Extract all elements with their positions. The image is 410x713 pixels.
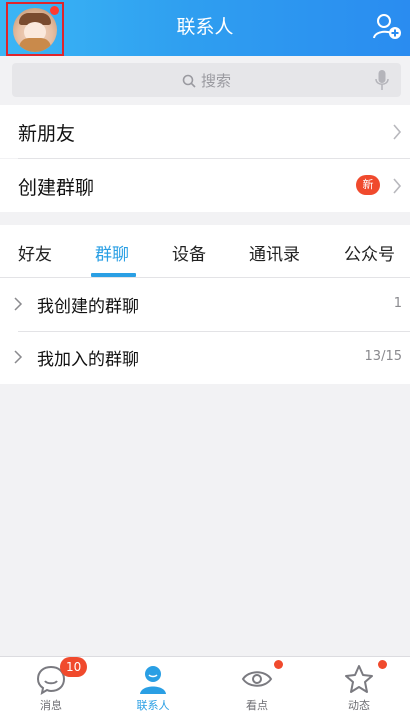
group-count: 13/15 <box>364 349 402 364</box>
create-group-label: 创建群聊 <box>18 177 95 199</box>
tabbar-label: 看点 <box>246 699 268 712</box>
tab-devices[interactable]: 设备 <box>172 240 206 265</box>
active-tab-indicator <box>91 273 136 277</box>
page-title: 联系人 <box>176 16 234 38</box>
tab-groups[interactable]: 群聊 <box>95 240 129 265</box>
add-person-icon[interactable] <box>372 11 402 41</box>
contacts-icon <box>140 666 166 694</box>
tabbar-watch[interactable]: 看点 <box>206 657 308 713</box>
tabbar-label: 联系人 <box>136 699 170 712</box>
mic-icon[interactable] <box>375 69 389 91</box>
tabbar-contacts[interactable]: 联系人 <box>102 657 204 713</box>
new-badge: 新 <box>356 175 380 195</box>
tabbar-messages[interactable]: 10 消息 <box>0 657 102 713</box>
chevron-right-icon <box>14 350 23 364</box>
eye-icon <box>241 671 273 687</box>
group-category-label: 我创建的群聊 <box>37 297 139 317</box>
search-area: 搜索 <box>0 56 410 104</box>
chevron-right-icon <box>393 124 402 140</box>
unread-count-badge: 10 <box>60 657 88 677</box>
new-friends-row[interactable]: 新朋友 <box>0 105 410 158</box>
tabbar-label: 消息 <box>40 699 62 712</box>
group-list: 我创建的群聊 1 我加入的群聊 13/15 <box>0 278 410 384</box>
tab-friends[interactable]: 好友 <box>18 240 52 265</box>
star-icon <box>345 665 373 693</box>
search-icon <box>182 74 196 88</box>
create-group-row[interactable]: 创建群聊 新 <box>0 159 410 212</box>
notification-dot <box>274 660 283 669</box>
notification-dot <box>378 660 387 669</box>
list-item-joined-groups[interactable]: 我加入的群聊 13/15 <box>0 331 410 384</box>
tab-official-accounts[interactable]: 公众号 <box>344 240 395 265</box>
tabbar-moments[interactable]: 动态 <box>308 657 410 713</box>
chevron-right-icon <box>14 297 23 311</box>
bottom-tab-bar: 10 消息 联系人 看点 动态 <box>0 656 410 713</box>
tab-address-book[interactable]: 通讯录 <box>249 240 300 265</box>
group-category-label: 我加入的群聊 <box>37 350 139 370</box>
contact-tabs: 好友 群聊 设备 通讯录 公众号 <box>0 225 410 278</box>
search-input[interactable]: 搜索 <box>12 63 401 97</box>
group-count: 1 <box>393 296 402 311</box>
chevron-right-icon <box>393 178 402 194</box>
tabbar-label: 动态 <box>348 699 370 712</box>
list-item-created-groups[interactable]: 我创建的群聊 1 <box>0 278 410 332</box>
new-friends-label: 新朋友 <box>18 123 76 145</box>
header-bar: 联系人 <box>0 0 410 56</box>
search-placeholder: 搜索 <box>200 72 231 90</box>
